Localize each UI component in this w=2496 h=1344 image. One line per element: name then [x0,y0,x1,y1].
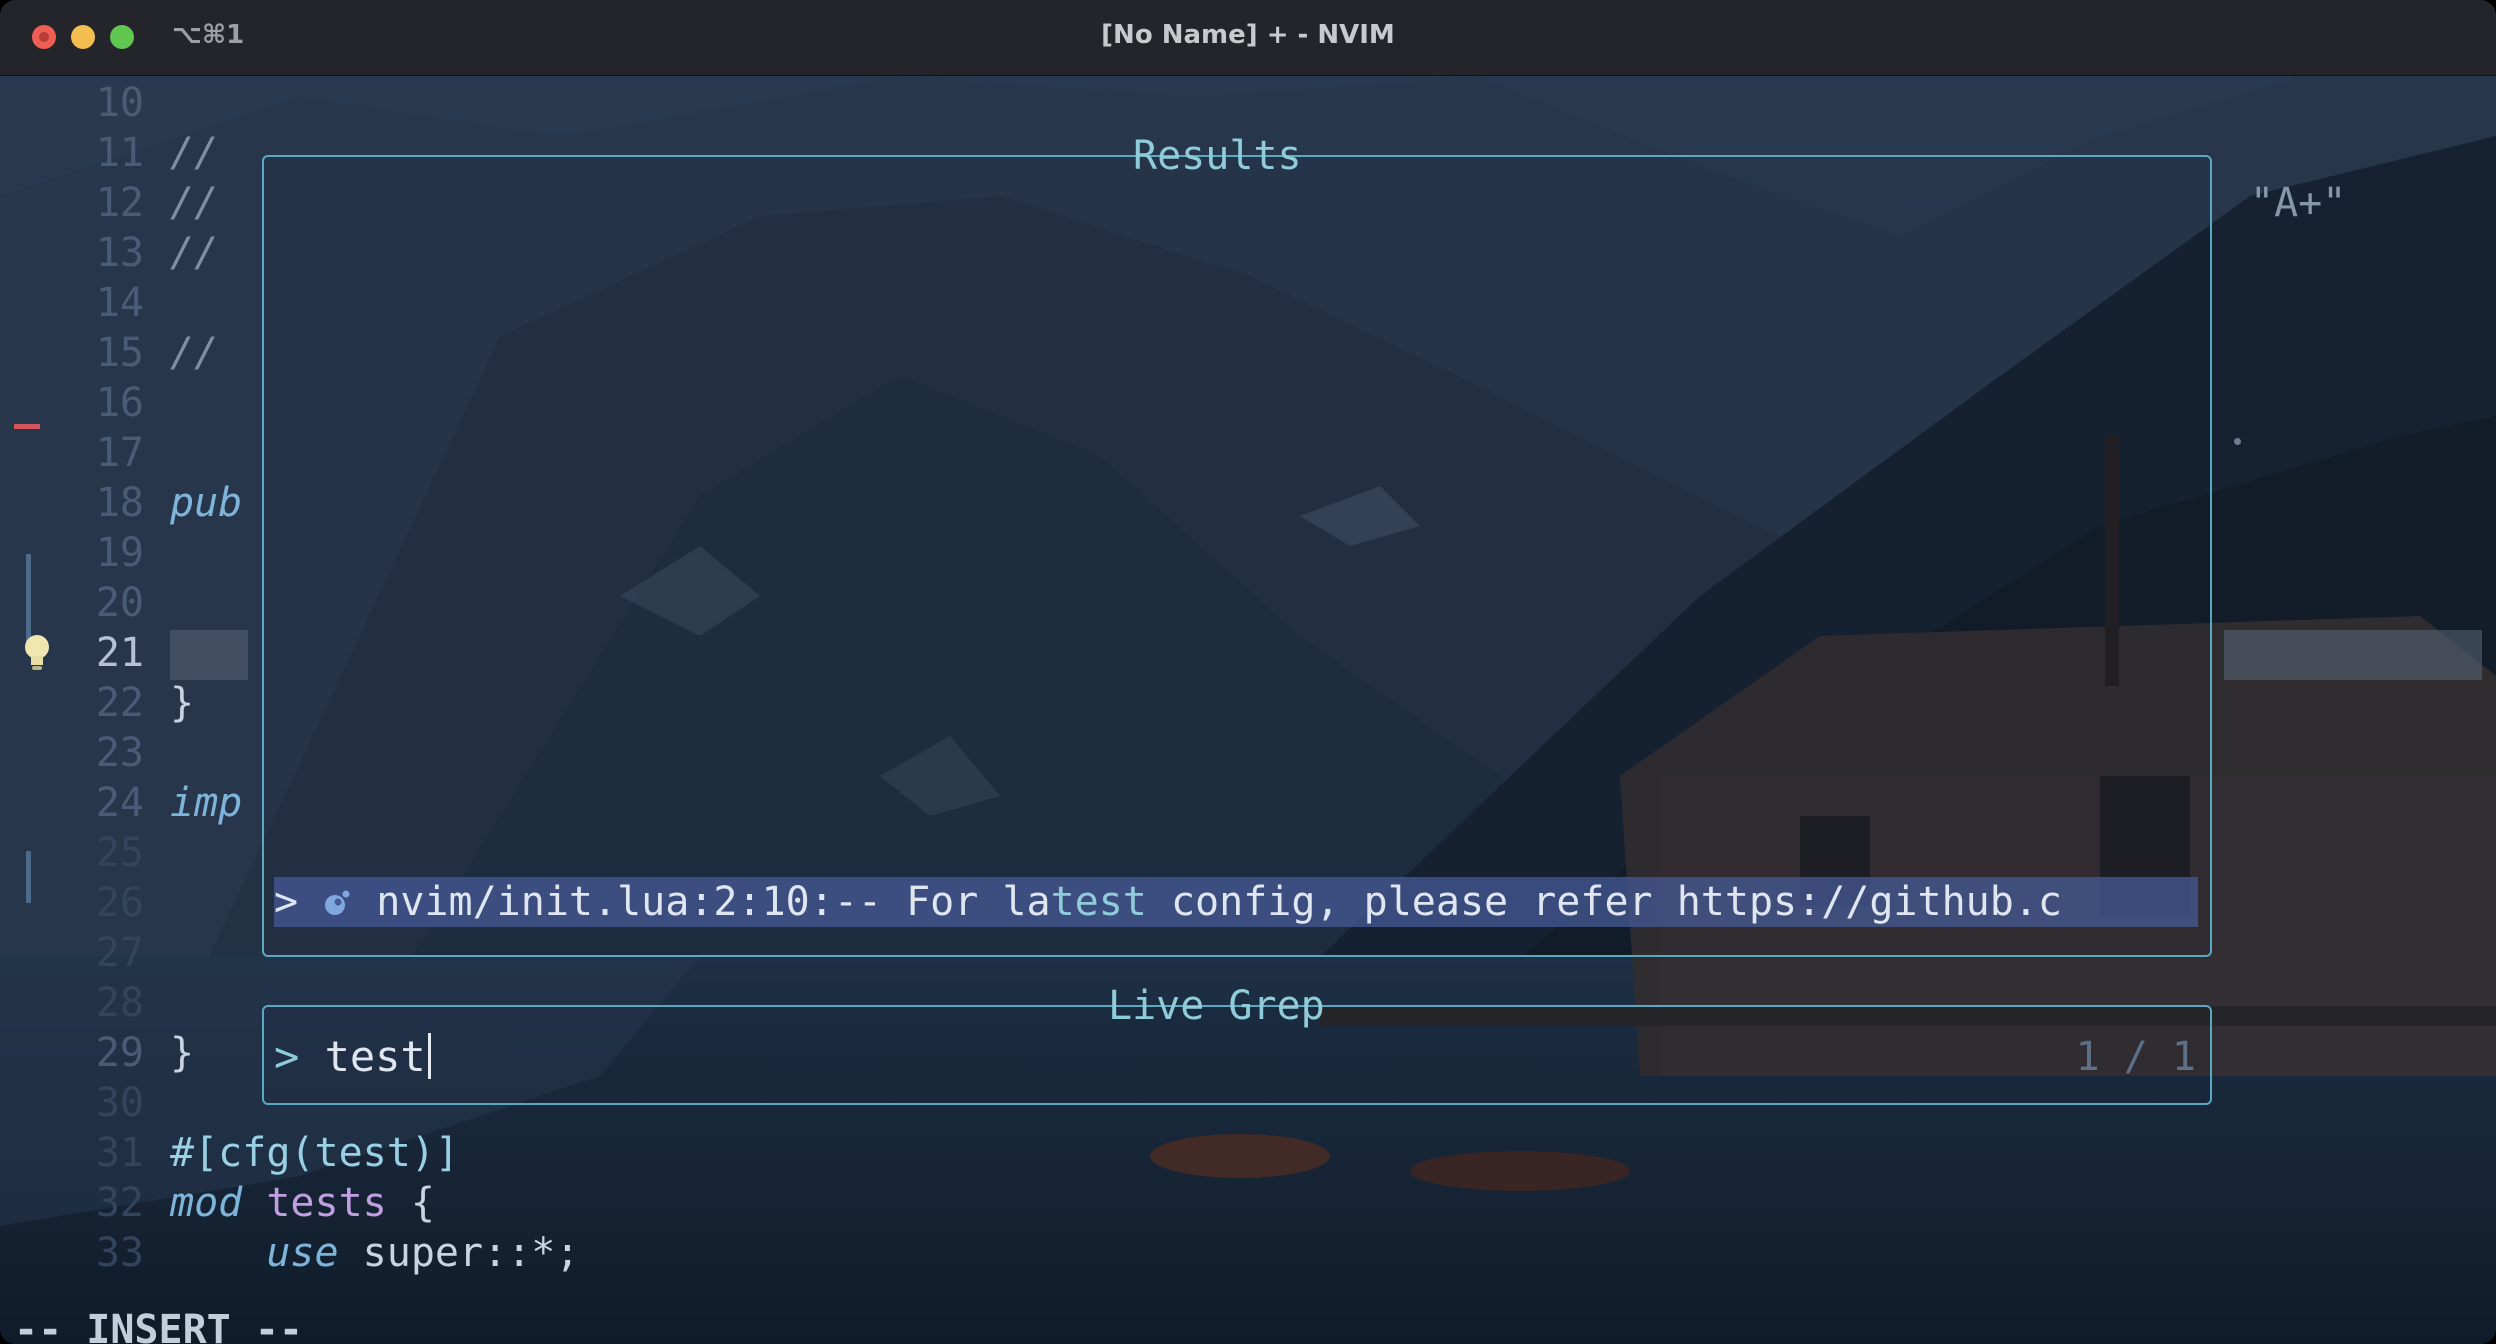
line-number: 20 [95,580,144,626]
code-line: imp [170,780,243,826]
nvim-window: ⌥⌘1 [No Name] + - NVIM 10 11 12 13 14 15… [0,0,2496,1344]
title-bar: ⌥⌘1 [No Name] + - NVIM [0,0,2496,76]
line-number: 25 [95,830,144,876]
line-number: 26 [95,880,144,926]
line-number: 33 [95,1230,144,1276]
git-change-bar [26,851,31,903]
line-number: 15 [95,330,144,376]
lua-icon [325,890,350,915]
result-counter: 1 / 1 [2075,1034,2196,1080]
string-literal: "A+" [2250,180,2347,226]
line-number: 11 [95,130,144,176]
line-number: 14 [95,280,144,326]
result-rest-text: config, please refer https://github.c [1146,879,2063,925]
line-number: 27 [95,930,144,976]
line-number: 31 [95,1130,144,1176]
code-line: // [170,230,219,276]
code-line: // [170,330,219,376]
line-number: 18 [95,480,144,526]
line-number: 32 [95,1180,144,1226]
telescope-results-panel[interactable]: Results > nvim/init.lua:2:10:-- For late… [262,133,2212,957]
line-number: 30 [95,1080,144,1126]
prompt-prefix: > [274,1032,325,1081]
code-line: } [170,680,195,726]
line-number: 13 [95,230,144,276]
line-number: 23 [95,730,144,776]
code-line: use super::*; [266,1230,580,1276]
selected-result-row[interactable]: > nvim/init.lua:2:10:-- For latest confi… [274,877,2198,927]
line-number: 12 [95,180,144,226]
line-number: 19 [95,530,144,576]
window-title: [No Name] + - NVIM [1101,20,1395,50]
search-input[interactable]: > test [274,1029,431,1085]
line-number: 22 [95,680,144,726]
line-number: 17 [95,430,144,476]
search-input-value: test [324,1032,426,1081]
indicator-dot [2234,438,2241,445]
cursor-line-highlight [170,630,248,680]
result-prefix: > [274,879,323,925]
line-number: 16 [95,380,144,426]
telescope-prompt-panel[interactable]: Live Grep > test 1 / 1 [262,983,2212,1105]
line-number: 24 [95,780,144,826]
current-line-number: 21 [95,630,144,676]
code-line: #[cfg(test)] [170,1130,459,1176]
code-line: pub [170,480,243,526]
code-line: // [170,180,219,226]
lightbulb-icon[interactable] [20,632,54,676]
result-match-highlight: test [1050,879,1147,925]
git-delete-marker [14,424,40,429]
result-path-text: nvim/init.lua:2:10:-- For la [376,879,1051,925]
prompt-title: Live Grep [1108,983,1325,1029]
line-number: 28 [95,980,144,1026]
code-line: } [170,1030,195,1076]
code-line: // [170,130,219,176]
results-title: Results [1133,133,1302,179]
line-number: 29 [95,1030,144,1076]
text-cursor [427,1033,431,1079]
mode-indicator: -- INSERT -- [14,1307,303,1344]
code-line: mod tests { [170,1180,435,1226]
cursor-line-highlight-right [2224,630,2482,680]
line-number: 10 [95,80,144,126]
